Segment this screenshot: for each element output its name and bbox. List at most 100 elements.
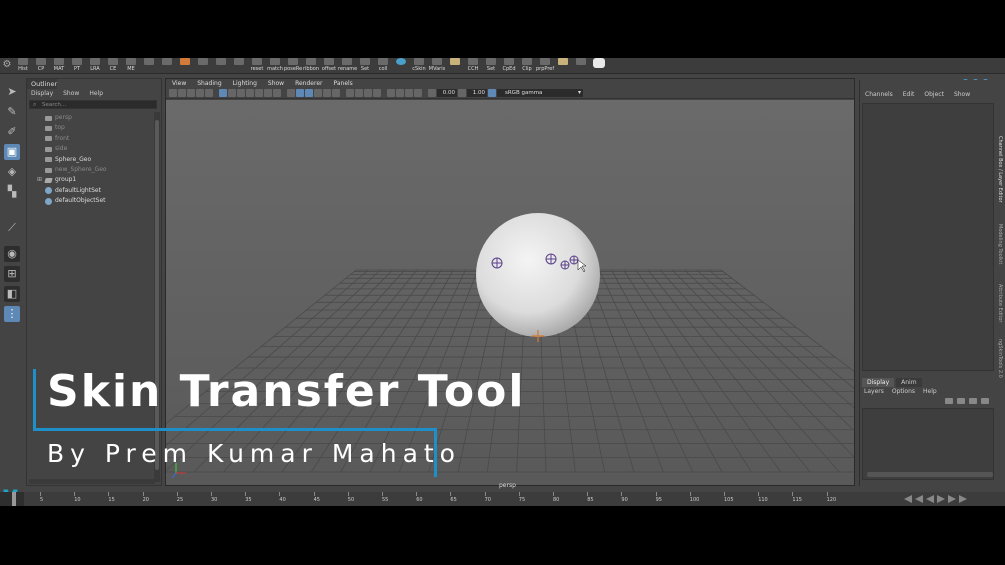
field-chart-icon[interactable]: [255, 89, 263, 97]
play-forward-icon[interactable]: [937, 495, 945, 503]
shelf-button[interactable]: [212, 58, 230, 73]
cb-menu-object[interactable]: Object: [924, 90, 944, 100]
shelf-button[interactable]: ME: [122, 58, 140, 73]
shelf-button[interactable]: match: [266, 58, 284, 73]
vp-menu-renderer[interactable]: Renderer: [295, 79, 322, 88]
ao-icon[interactable]: [355, 89, 363, 97]
camera-icon[interactable]: [169, 89, 177, 97]
shelf-button[interactable]: reset: [248, 58, 266, 73]
wireframe-icon[interactable]: [287, 89, 295, 97]
xray-icon[interactable]: [396, 89, 404, 97]
color-space-select[interactable]: sRGB gamma: [497, 89, 583, 97]
vp-menu-show[interactable]: Show: [268, 79, 284, 88]
shelf-button[interactable]: cSkin: [410, 58, 428, 73]
shelf-gear-icon[interactable]: ⚙: [0, 58, 14, 73]
film-gate-icon[interactable]: [228, 89, 236, 97]
single-pane-icon[interactable]: ◉: [4, 246, 20, 262]
color-management-icon[interactable]: [488, 89, 496, 97]
expand-icon[interactable]: ⊞: [37, 175, 42, 185]
vp-menu-panels[interactable]: Panels: [333, 79, 352, 88]
resolution-gate-icon[interactable]: [237, 89, 245, 97]
shelf-button[interactable]: [590, 58, 608, 73]
move-tool-icon[interactable]: ▣: [4, 144, 20, 160]
shelf-button[interactable]: ribbon: [302, 58, 320, 73]
wireframe-on-shaded-icon[interactable]: [314, 89, 322, 97]
outliner-item[interactable]: persp: [45, 113, 72, 123]
safe-title-icon[interactable]: [273, 89, 281, 97]
move-layer-up-icon[interactable]: [945, 398, 953, 404]
camera-attr-icon[interactable]: [178, 89, 186, 97]
new-layer-icon[interactable]: [969, 398, 977, 404]
go-to-start-icon[interactable]: [904, 495, 912, 503]
shelf-button[interactable]: rename: [338, 58, 357, 73]
shelf-button[interactable]: offset: [320, 58, 338, 73]
shelf-button[interactable]: CpEd: [500, 58, 518, 73]
safe-action-icon[interactable]: [264, 89, 272, 97]
shelf-button[interactable]: Hist: [14, 58, 32, 73]
outliner-scrollbar[interactable]: [154, 112, 160, 482]
shelf-button[interactable]: CE: [104, 58, 122, 73]
vp-menu-lighting[interactable]: Lighting: [233, 79, 257, 88]
shelf-button[interactable]: LRA: [86, 58, 104, 73]
select-tool-icon[interactable]: ➤: [4, 84, 20, 100]
bookmark-icon[interactable]: [187, 89, 195, 97]
outliner-item[interactable]: front: [45, 134, 69, 144]
shelf-button[interactable]: Set: [482, 58, 500, 73]
gamma-field[interactable]: 1.00: [467, 89, 487, 97]
side-tab-channel-box[interactable]: Channel Box / Layer Editor: [997, 136, 1003, 203]
side-tab-modeling-toolkit[interactable]: Modeling Toolkit: [997, 224, 1003, 264]
shelf-button[interactable]: [194, 58, 212, 73]
shelf-button[interactable]: MAT: [50, 58, 68, 73]
outliner-item[interactable]: ⊞ group1: [37, 175, 76, 185]
outliner-menu-help[interactable]: Help: [89, 89, 103, 98]
current-time-marker[interactable]: [12, 492, 16, 506]
exposure-field[interactable]: 0.00: [437, 89, 457, 97]
cb-menu-channels[interactable]: Channels: [865, 90, 893, 100]
outliner-item[interactable]: side: [45, 144, 67, 154]
play-backward-icon[interactable]: [926, 495, 934, 503]
outliner-item[interactable]: new_Sphere_Geo: [45, 165, 107, 175]
shelf-button[interactable]: CP: [32, 58, 50, 73]
shelf-button[interactable]: coll: [374, 58, 392, 73]
cb-menu-edit[interactable]: Edit: [903, 90, 915, 100]
layer-menu-layers[interactable]: Layers: [864, 388, 884, 395]
shadows-icon[interactable]: [346, 89, 354, 97]
isolate-icon[interactable]: [387, 89, 395, 97]
image-plane-icon[interactable]: [196, 89, 204, 97]
vp-menu-view[interactable]: View: [172, 79, 186, 88]
xray-joints-icon[interactable]: [405, 89, 413, 97]
outliner-item[interactable]: defaultLightSet: [45, 186, 101, 196]
layer-hscrollbar[interactable]: [867, 472, 993, 477]
time-slider[interactable]: 5 10 15 20 25 30 35 40 45 50 55 60 65 70 75 80 85 90 95 100…: [0, 492, 1005, 506]
two-pane-icon[interactable]: ◧: [4, 286, 20, 302]
scale-tool-icon[interactable]: ▚: [4, 184, 20, 200]
shelf-button[interactable]: CCH: [464, 58, 482, 73]
last-tool-icon[interactable]: ⟋: [4, 220, 20, 236]
outliner-item[interactable]: top: [45, 123, 65, 133]
antialias-icon[interactable]: [364, 89, 372, 97]
outliner-search-input[interactable]: ⌕ Search...: [29, 100, 157, 109]
textured-icon[interactable]: [323, 89, 331, 97]
shelf-button[interactable]: [392, 58, 410, 73]
paint-select-tool-icon[interactable]: ✐: [4, 124, 20, 140]
grid-icon[interactable]: [219, 89, 227, 97]
rotate-tool-icon[interactable]: ◈: [4, 164, 20, 180]
cb-menu-show[interactable]: Show: [954, 90, 970, 100]
shelf-button[interactable]: [158, 58, 176, 73]
move-layer-down-icon[interactable]: [957, 398, 965, 404]
new-layer-selected-icon[interactable]: [981, 398, 989, 404]
step-back-icon[interactable]: [915, 495, 923, 503]
tab-display[interactable]: Display: [862, 378, 895, 387]
four-pane-icon[interactable]: ⊞: [4, 266, 20, 282]
outliner-item[interactable]: defaultObjectSet: [45, 196, 106, 206]
shelf-button[interactable]: PT: [68, 58, 86, 73]
shelf-button[interactable]: MVaris: [428, 58, 446, 73]
shelf-button[interactable]: prpPref: [536, 58, 554, 73]
outliner-menu-show[interactable]: Show: [63, 89, 79, 98]
tab-anim[interactable]: Anim: [896, 378, 922, 387]
layer-menu-help[interactable]: Help: [923, 388, 937, 395]
shelf-button[interactable]: Clip: [518, 58, 536, 73]
gate-mask-icon[interactable]: [246, 89, 254, 97]
go-to-end-icon[interactable]: [959, 495, 967, 503]
layer-menu-options[interactable]: Options: [892, 388, 915, 395]
